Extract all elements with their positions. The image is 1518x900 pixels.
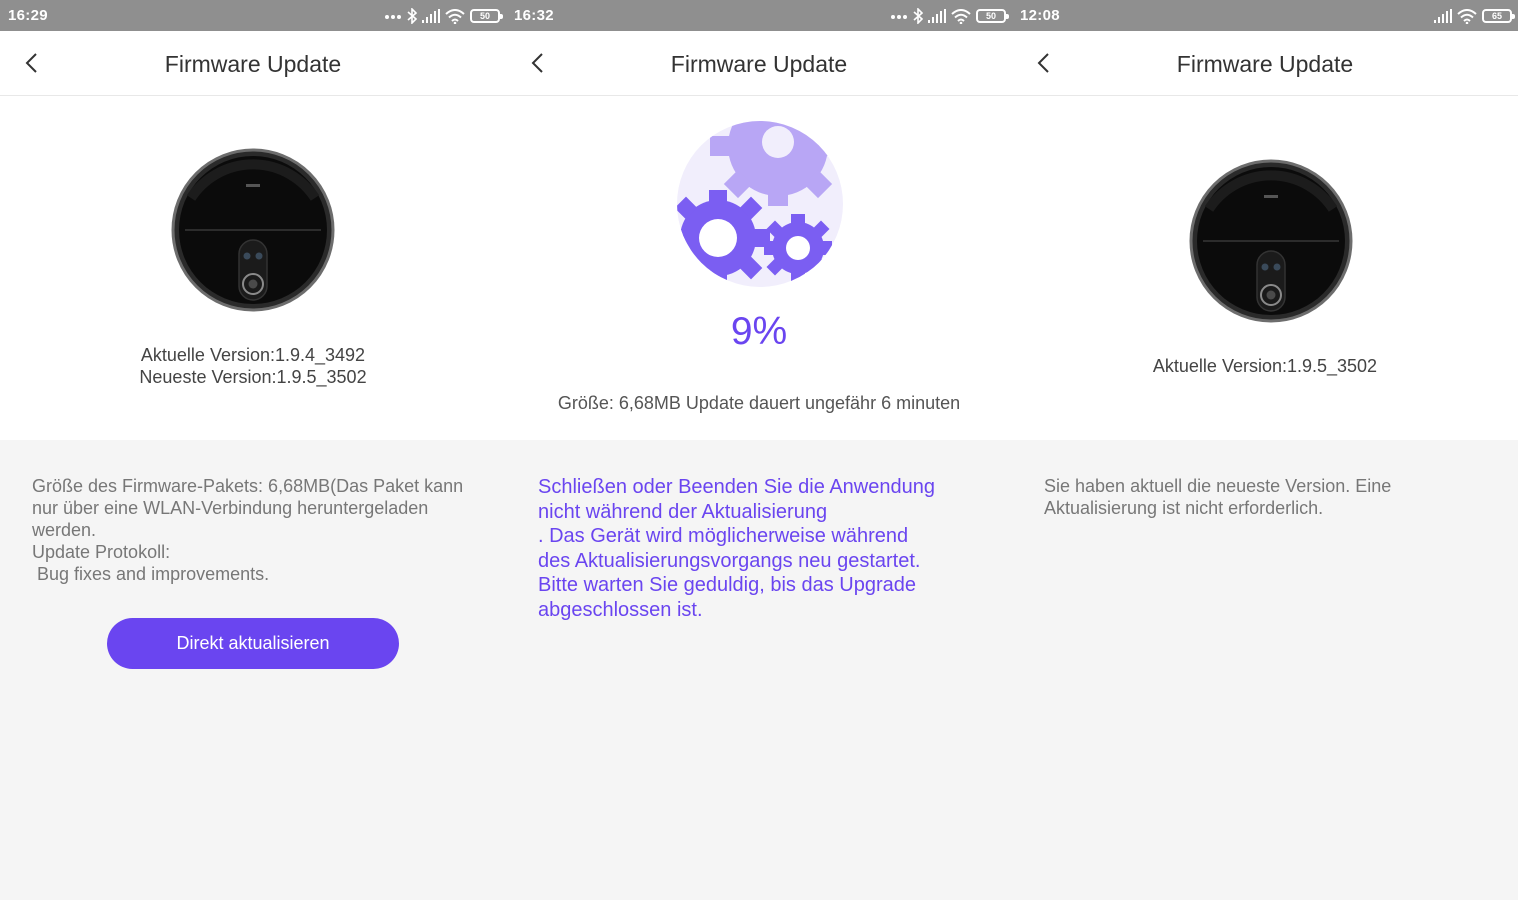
up-to-date-message: Sie haben aktuell die neueste Version. E…	[1044, 476, 1392, 518]
gears-icon	[677, 121, 843, 287]
more-dots-icon	[891, 15, 907, 19]
status-icons: 65	[1434, 6, 1515, 26]
battery-level: 50	[479, 11, 490, 21]
screen-update-available: 16:29 50 Firmware Update Aktuelle Versio…	[0, 0, 506, 900]
update-protocol-label: Update Protokoll:	[32, 542, 171, 562]
screen-updating: 16:32 50 Firmware Update 9% Größe: 6,68M…	[506, 0, 1012, 900]
wifi-icon	[1457, 8, 1477, 24]
package-info: Größe des Firmware-Pakets: 6,68MB(Das Pa…	[32, 476, 464, 540]
battery-icon: 65	[1482, 9, 1515, 23]
battery-icon: 50	[976, 9, 1009, 23]
update-protocol-text: Bug fixes and improvements.	[37, 564, 270, 584]
current-version: Aktuelle Version:1.9.4_3492	[140, 345, 366, 365]
latest-version: Neueste Version:1.9.5_3502	[139, 367, 367, 387]
warning-line: des Aktualisierungsvorgangs neu gestarte…	[538, 549, 921, 572]
bluetooth-icon	[913, 8, 923, 24]
page-title: Firmware Update	[1176, 51, 1354, 77]
status-time: 12:08	[1020, 7, 1060, 24]
current-version: Aktuelle Version:1.9.5_3502	[1152, 356, 1378, 376]
header: Firmware Update	[0, 31, 506, 96]
progress-panel	[506, 96, 1012, 440]
progress-percent: 9%	[730, 310, 788, 353]
battery-level: 65	[1491, 11, 1502, 21]
bluetooth-icon	[407, 8, 417, 24]
status-time: 16:32	[514, 7, 554, 24]
warning-line: abgeschlossen ist.	[538, 598, 703, 621]
battery-icon: 50	[470, 9, 503, 23]
update-size-info: Größe: 6,68MB Update dauert ungefähr 6 m…	[557, 393, 961, 413]
warning-line: nicht während der Aktualisierung	[538, 500, 828, 523]
more-dots-icon	[385, 15, 401, 19]
page-title: Firmware Update	[164, 51, 342, 77]
status-icons: 50	[890, 6, 1009, 26]
device-panel: Aktuelle Version:1.9.5_3502	[1012, 96, 1518, 440]
wifi-icon	[951, 8, 971, 24]
device-panel: Aktuelle Version:1.9.4_3492 Neueste Vers…	[0, 96, 506, 440]
update-warning: Schließen oder Beenden Sie die Anwendung…	[538, 475, 978, 622]
signal-icon	[422, 9, 440, 23]
warning-line: Bitte warten Sie geduldig, bis das Upgra…	[538, 574, 917, 596]
warning-line: Schließen oder Beenden Sie die Anwendung	[538, 476, 935, 498]
screens-container: 16:29 50 Firmware Update Aktuelle Versio…	[0, 0, 1518, 900]
header: Firmware Update	[506, 31, 1012, 96]
page-title: Firmware Update	[670, 51, 848, 77]
signal-icon	[928, 9, 946, 23]
status-time: 16:29	[8, 7, 48, 24]
header: Firmware Update	[1012, 31, 1518, 96]
status-icons: 50	[384, 6, 503, 26]
wifi-icon	[445, 8, 465, 24]
status-bar: 16:29 50	[0, 0, 506, 31]
signal-icon	[1434, 9, 1452, 23]
update-now-button[interactable]: Direkt aktualisieren	[107, 618, 399, 669]
warning-line: . Das Gerät wird möglicherweise während	[538, 525, 909, 547]
status-bar: 16:32 50	[506, 0, 1012, 31]
battery-level: 50	[985, 11, 996, 21]
status-bar: 12:08 65	[1012, 0, 1518, 31]
screen-up-to-date: 12:08 65 Firmware Update Aktuelle Versio…	[1012, 0, 1518, 900]
robot-vacuum-image	[171, 148, 335, 312]
robot-vacuum-image	[1189, 159, 1353, 323]
